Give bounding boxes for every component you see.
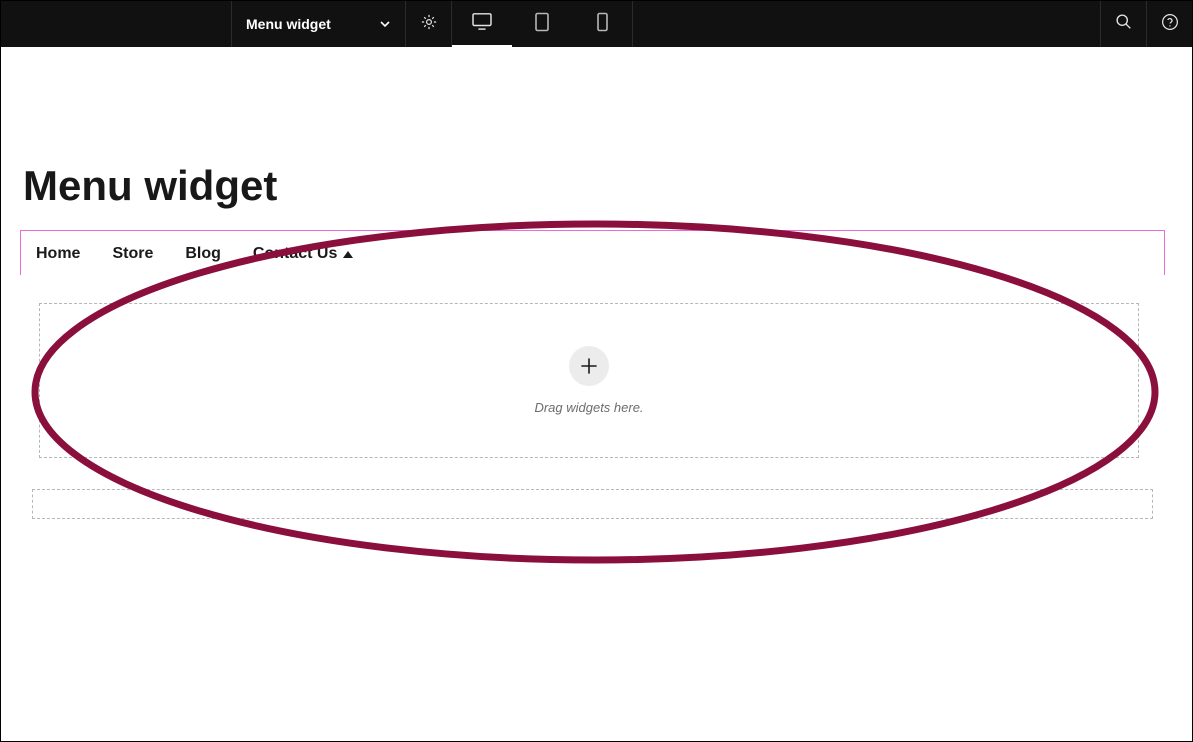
menu-item-home[interactable]: Home: [36, 245, 80, 263]
topbar: Menu widget: [1, 1, 1192, 47]
app-frame: Menu widget: [0, 0, 1193, 742]
page-selector[interactable]: Menu widget: [231, 1, 406, 47]
plus-icon: [581, 358, 597, 374]
search-icon: [1115, 13, 1132, 35]
device-desktop-button[interactable]: [452, 1, 512, 47]
device-tablet-button[interactable]: [512, 1, 572, 47]
section-dropzone[interactable]: [32, 489, 1153, 519]
menu-widget[interactable]: Home Store Blog Contact Us: [36, 245, 353, 263]
topbar-right-tools: [1100, 1, 1192, 47]
chevron-down-icon: [379, 18, 391, 30]
tablet-icon: [534, 12, 550, 37]
menu-item-label: Contact Us: [253, 245, 337, 263]
menu-item-label: Blog: [185, 245, 221, 263]
topbar-spacer: [633, 1, 1100, 47]
topbar-left-spacer: [1, 1, 231, 47]
settings-button[interactable]: [406, 1, 452, 47]
menu-item-store[interactable]: Store: [112, 245, 153, 263]
menu-item-label: Store: [112, 245, 153, 263]
device-preview-group: [452, 1, 633, 47]
caret-up-icon: [343, 251, 353, 258]
add-widget-button[interactable]: [569, 346, 609, 386]
mobile-icon: [596, 12, 609, 37]
menu-item-contact-us[interactable]: Contact Us: [253, 245, 353, 263]
menu-item-label: Home: [36, 245, 80, 263]
page-title: Menu widget: [23, 162, 277, 210]
gear-icon: [420, 13, 438, 36]
desktop-icon: [471, 12, 493, 35]
help-button[interactable]: [1146, 1, 1192, 47]
device-mobile-button[interactable]: [572, 1, 632, 47]
dropzone-hint: Drag widgets here.: [534, 400, 643, 415]
page-selector-label: Menu widget: [246, 16, 331, 32]
widget-dropzone[interactable]: Drag widgets here.: [39, 303, 1139, 458]
editor-canvas: Menu widget Home Store Blog Contact Us: [1, 47, 1192, 741]
search-button[interactable]: [1100, 1, 1146, 47]
menu-item-blog[interactable]: Blog: [185, 245, 221, 263]
help-icon: [1161, 13, 1179, 36]
